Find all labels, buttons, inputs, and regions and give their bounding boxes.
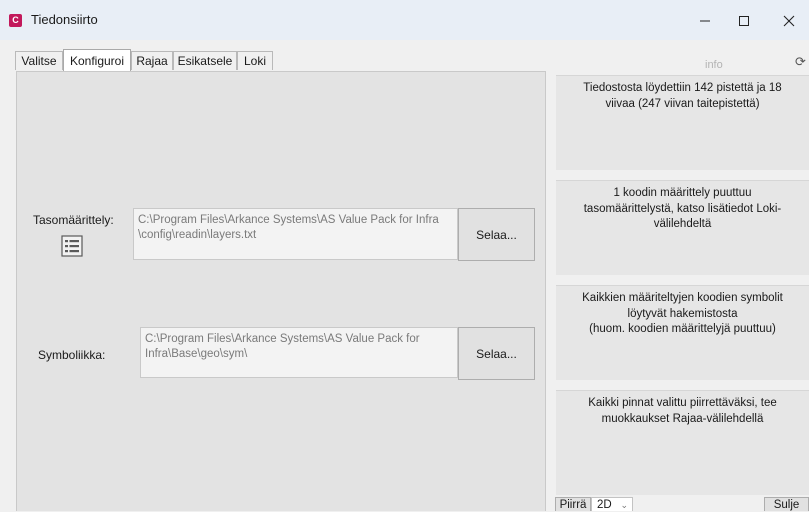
symbol-path-line2: Infra\Base\geo\sym\ [145,348,248,360]
tab-valitse[interactable]: Valitse [15,51,63,70]
mode-dropdown[interactable]: 2D ⌄ [591,497,633,511]
layer-definition-label: Tasomäärittely: [33,213,114,227]
minimize-icon [700,20,710,22]
info-message-2: 1 koodin määrittely puuttuu tasomääritte… [556,180,809,275]
layer-path-line1: C:\Program Files\Arkance Systems\AS Valu… [138,214,439,226]
info-header: info [705,59,723,71]
tab-esikatsele[interactable]: Esikatsele [173,51,237,70]
close-icon [783,15,795,27]
layer-path-line2: \config\readin\layers.txt [138,229,257,241]
mode-value: 2D [597,499,612,511]
symbology-label: Symboliikka: [38,348,106,362]
layer-path-field[interactable]: C:\Program Files\Arkance Systems\AS Valu… [133,208,458,260]
maximize-icon [739,16,749,26]
window-title: Tiedonsiirto [31,12,98,27]
refresh-icon[interactable]: ⟳ [795,54,806,70]
info-message-3: Kaikkien määriteltyjen koodien symbolit … [556,285,809,380]
chevron-down-icon: ⌄ [620,500,628,510]
tab-loki[interactable]: Loki [237,51,273,70]
symbol-path-line1: C:\Program Files\Arkance Systems\AS Valu… [145,333,420,345]
maximize-button[interactable] [721,8,767,34]
title-bar: C Tiedonsiirto [0,0,809,40]
browse-symbol-button[interactable]: Selaa... [458,327,535,380]
browse-layer-button[interactable]: Selaa... [458,208,535,261]
config-panel [16,71,546,511]
info-message-4: Kaikki pinnat valittu piirrettäväksi, te… [556,390,809,495]
draw-button[interactable]: Piirrä [555,497,591,511]
tab-konfiguroi[interactable]: Konfiguroi [63,49,131,71]
close-window-button[interactable] [766,8,809,34]
close-button[interactable]: Sulje [764,497,809,511]
info-message-1: Tiedostosta löydettiin 142 pistettä ja 1… [556,75,809,170]
tab-rajaa[interactable]: Rajaa [131,51,173,70]
app-window: C Tiedonsiirto Valitse Konfiguroi Rajaa … [0,0,809,511]
layer-list-icon[interactable] [59,233,85,259]
symbol-path-field[interactable]: C:\Program Files\Arkance Systems\AS Valu… [140,327,458,378]
app-logo-icon: C [9,14,22,27]
